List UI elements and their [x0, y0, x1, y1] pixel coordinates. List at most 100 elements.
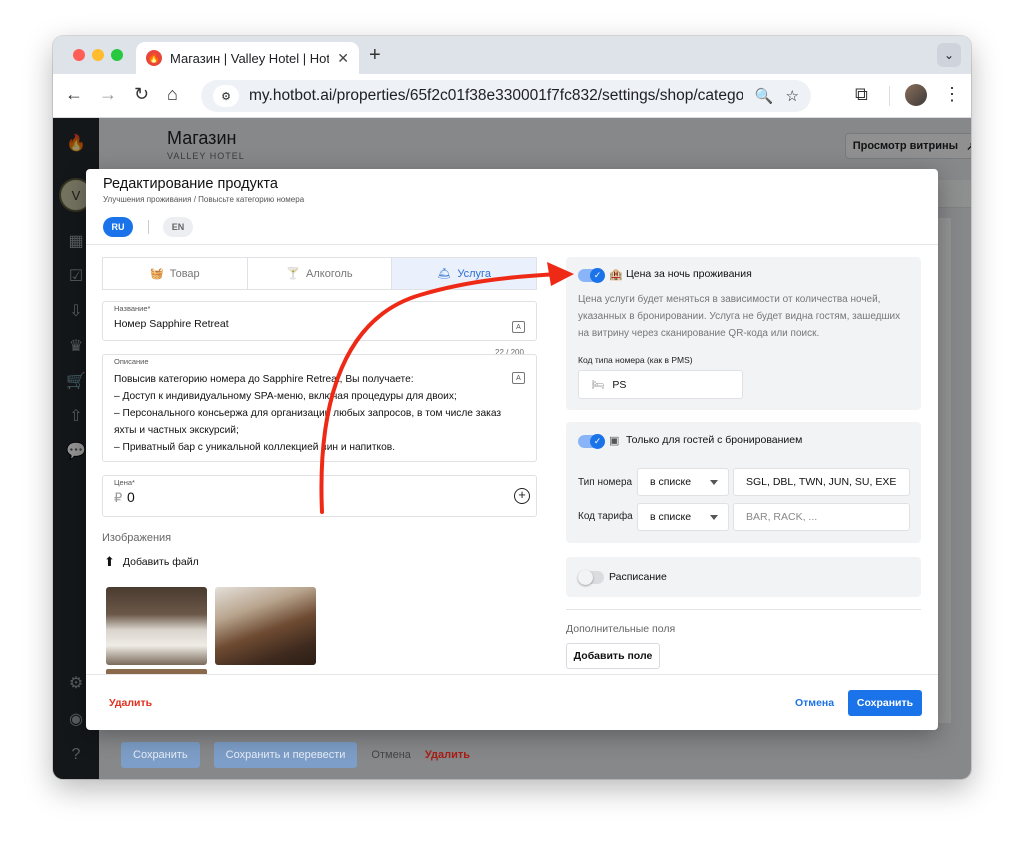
tab-search-chevron-icon[interactable]: ⌄ [937, 43, 961, 67]
nightly-price-toggle[interactable]: ✓ [578, 268, 605, 283]
lang-en-button[interactable]: EN [163, 217, 193, 237]
room-type-values: SGL, DBL, TWN, JUN, SU, EXE, FA [746, 476, 897, 488]
description-line: – Персонального консьержа для организаци… [114, 408, 502, 419]
price-field-label: Цена* [114, 478, 135, 487]
nightly-price-section: ✓ 🏨 Цена за ночь проживания Цена услуги … [566, 257, 921, 410]
price-field[interactable]: Цена* ₽ 0 + [102, 475, 537, 517]
minimize-window-button[interactable] [92, 49, 104, 61]
bottom-delete-button[interactable]: Удалить [425, 749, 470, 761]
nightly-price-description: Цена услуги будет меняться в зависимости… [578, 294, 901, 339]
upload-icon: ⬆ [104, 554, 115, 569]
description-line: яхты и частных экскурсий; [114, 425, 239, 436]
profile-avatar[interactable] [905, 84, 927, 106]
translate-icon[interactable]: A [512, 321, 525, 333]
lang-ru-button[interactable]: RU [103, 217, 133, 237]
rate-code-mode-select[interactable]: в списке [637, 503, 729, 531]
add-file-button[interactable]: ⬆ Добавить файл [104, 554, 199, 570]
tab-product-label: Товар [169, 267, 200, 280]
tab-alcohol[interactable]: 🍸 Алкоголь [248, 258, 393, 289]
cocktail-icon: 🍸 [286, 268, 301, 280]
add-field-button[interactable]: Добавить поле [566, 643, 660, 669]
tab-service[interactable]: 🛎 Услуга [392, 258, 537, 289]
home-icon[interactable]: ⌂ [167, 84, 178, 105]
schedule-section: Расписание [566, 557, 921, 597]
chevron-down-icon [710, 515, 718, 520]
modal-header-divider [86, 244, 938, 245]
zoom-icon[interactable]: 🔍 [755, 87, 774, 105]
booking-icon: ▣ [609, 435, 620, 447]
room-type-label: Тип номера [578, 477, 633, 488]
url-text: my.hotbot.ai/properties/65f2c01f38e33000… [249, 87, 743, 104]
app-viewport: 🔥 V ▦ ☑ ⇩ ♛ 🛒 ⇧ 💬 ⚙ ◉ ? Магазин VALLEY H… [53, 118, 971, 779]
room-code-value: PS [612, 378, 627, 391]
schedule-toggle[interactable] [578, 570, 604, 585]
schedule-title: Расписание [609, 571, 667, 583]
room-type-mode-select[interactable]: в списке [637, 468, 729, 496]
booked-only-toggle[interactable]: ✓ [578, 434, 605, 449]
browser-toolbar: ← → ↻ ⌂ ⚙ my.hotbot.ai/properties/65f2c0… [53, 74, 971, 118]
save-button[interactable]: Сохранить [848, 690, 922, 716]
browser-window: 🔥 Магазин | Valley Hotel | Hotb ✕ + ⌄ ← … [53, 36, 971, 779]
reload-icon[interactable]: ↻ [134, 84, 149, 105]
translate-icon[interactable]: A [512, 372, 525, 384]
bookmark-star-icon[interactable]: ☆ [786, 87, 799, 105]
rate-code-label: Код тарифа [578, 511, 633, 522]
browser-tab[interactable]: 🔥 Магазин | Valley Hotel | Hotb ✕ [136, 42, 359, 74]
description-field-label: Описание [114, 357, 149, 366]
forward-arrow-icon[interactable]: → [99, 84, 117, 105]
chevron-down-icon [710, 480, 718, 485]
description-field[interactable]: Описание Повысив категорию номера до Sap… [102, 354, 537, 462]
browser-menu-icon[interactable]: ⋮ [943, 84, 961, 105]
name-field-value: Номер Sapphire Retreat [114, 318, 229, 330]
product-image-thumbnail[interactable] [106, 587, 207, 665]
basket-icon: 🧺 [150, 268, 164, 280]
site-settings-icon[interactable]: ⚙ [213, 85, 239, 107]
close-tab-icon[interactable]: ✕ [337, 50, 349, 67]
check-icon: ✓ [590, 268, 605, 283]
hotbot-favicon-icon: 🔥 [146, 50, 162, 66]
toolbar-divider [889, 86, 890, 106]
room-code-label: Код типа номера (как в PMS) [578, 355, 693, 365]
address-bar[interactable]: ⚙ my.hotbot.ai/properties/65f2c01f38e330… [201, 80, 811, 112]
add-file-label: Добавить файл [122, 556, 199, 568]
bed-icon: 🛏 [591, 379, 605, 391]
product-image-thumbnail[interactable] [215, 587, 316, 665]
bottom-save-button[interactable]: Сохранить [121, 742, 200, 768]
product-type-tabs: 🧺 Товар 🍸 Алкоголь 🛎 Услуга [102, 257, 537, 290]
rate-code-mode-value: в списке [650, 511, 692, 523]
bottom-cancel-button[interactable]: Отмена [371, 749, 410, 761]
close-window-button[interactable] [73, 49, 85, 61]
currency-symbol: ₽ [114, 490, 123, 505]
tab-service-label: Услуга [457, 267, 491, 280]
room-type-values-input[interactable]: SGL, DBL, TWN, JUN, SU, EXE, FA [733, 468, 910, 496]
check-icon: ✓ [590, 434, 605, 449]
description-text: Повысив категорию номера до Sapphire Ret… [114, 371, 524, 456]
extensions-puzzle-icon[interactable]: ⧉ [855, 84, 868, 105]
room-type-mode-value: в списке [650, 476, 692, 488]
tab-product[interactable]: 🧺 Товар [103, 258, 248, 289]
name-field[interactable]: Название* Номер Sapphire Retreat A [102, 301, 537, 341]
cancel-button[interactable]: Отмена [795, 697, 834, 709]
modal-breadcrumb: Улучшения проживания / Повысьте категори… [103, 195, 305, 204]
rate-code-input[interactable]: BAR, RACK, ... [733, 503, 910, 531]
delete-button[interactable]: Удалить [109, 697, 152, 709]
tab-strip: 🔥 Магазин | Valley Hotel | Hotb ✕ + ⌄ [53, 36, 971, 74]
maximize-window-button[interactable] [111, 49, 123, 61]
price-value: 0 [127, 489, 135, 505]
bottom-save-translate-button[interactable]: Сохранить и перевести [213, 742, 358, 768]
description-line: – Приватный бар с уникальной коллекцией … [114, 442, 396, 453]
bottom-actions: Сохранить Сохранить и перевести Отмена У… [121, 742, 470, 768]
add-price-icon[interactable]: + [514, 488, 530, 504]
description-line: Повысив категорию номера до Sapphire Ret… [114, 374, 414, 385]
modal-title: Редактирование продукта [103, 176, 278, 192]
hotel-icon: 🏨 [609, 269, 623, 281]
toggle-knob [578, 570, 593, 585]
section-divider [566, 609, 921, 610]
booked-only-section: ✓ ▣ Только для гостей с бронированием Ти… [566, 422, 921, 543]
room-code-input[interactable]: 🛏 PS [578, 370, 743, 399]
back-arrow-icon[interactable]: ← [65, 84, 83, 105]
extra-fields-label: Дополнительные поля [566, 623, 676, 635]
images-label: Изображения [102, 532, 172, 544]
tab-alcohol-label: Алкоголь [306, 267, 353, 280]
new-tab-icon[interactable]: + [369, 44, 381, 67]
